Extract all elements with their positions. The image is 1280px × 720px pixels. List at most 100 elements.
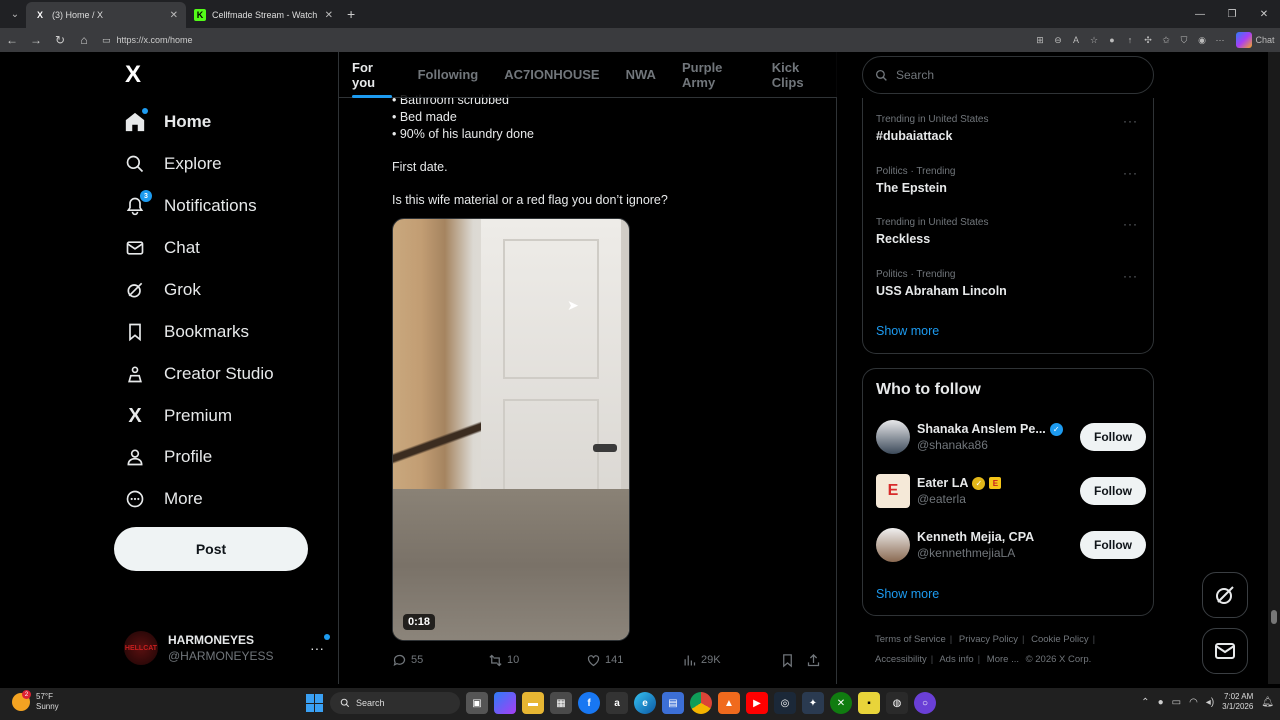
extension-icon[interactable]: ● <box>1104 32 1120 48</box>
tab-for-you[interactable]: For you <box>339 52 405 98</box>
facebook-icon[interactable]: f <box>578 692 600 714</box>
trend-item[interactable]: Politics · Trending The Epstein ··· <box>876 166 1146 195</box>
sidebar-item-explore[interactable]: Explore <box>124 146 222 182</box>
app-icon[interactable]: ✦ <box>802 692 824 714</box>
page-scrollbar[interactable] <box>1268 52 1280 684</box>
sidebar-item-notifications[interactable]: 3 Notifications <box>124 188 257 224</box>
youtube-icon[interactable]: ▶ <box>746 692 768 714</box>
copilot-chat-button[interactable]: Chat <box>1235 32 1275 48</box>
notes-icon[interactable]: ▪ <box>858 692 880 714</box>
tab-ac7ionhouse[interactable]: AC7IONHOUSE <box>491 52 612 98</box>
notification-bell-icon[interactable]: 🔔︎ <box>1261 697 1274 708</box>
follow-button[interactable]: Follow <box>1080 531 1146 559</box>
app-icon[interactable]: ◍ <box>886 692 908 714</box>
follow-suggestion[interactable]: Kenneth Mejia, CPA @kennethmejiaLA Follo… <box>876 525 1146 565</box>
footer-link[interactable]: Privacy Policy <box>959 634 1018 645</box>
follow-button[interactable]: Follow <box>1080 423 1146 451</box>
browser-menu-icon[interactable]: ··· <box>1212 32 1228 48</box>
x-logo-icon[interactable]: X <box>125 63 147 87</box>
like-button[interactable]: 141 <box>586 653 682 668</box>
scrollbar-thumb[interactable] <box>1271 610 1277 624</box>
store-icon[interactable]: ▦ <box>550 692 572 714</box>
wifi-icon[interactable]: ◠ <box>1189 697 1198 708</box>
tray-overflow-icon[interactable]: ⌃ <box>1141 697 1149 708</box>
site-info-icon[interactable]: ▭ <box>102 35 111 46</box>
vlc-icon[interactable]: ▲ <box>718 692 740 714</box>
url-field[interactable]: ▭ https://x.com/home <box>102 35 1031 46</box>
footer-link[interactable]: Accessibility <box>875 654 927 665</box>
favorite-star-icon[interactable]: ☆ <box>1086 32 1102 48</box>
extensions-puzzle-icon[interactable]: ✣ <box>1140 32 1156 48</box>
forward-arrow-icon[interactable]: → <box>24 28 48 52</box>
follow-button[interactable]: Follow <box>1080 477 1146 505</box>
back-arrow-icon[interactable]: ← <box>0 28 24 52</box>
sidebar-item-grok[interactable]: Grok <box>124 272 201 308</box>
footer-link[interactable]: Cookie Policy <box>1031 634 1089 645</box>
bookmark-button[interactable] <box>780 653 806 668</box>
browser-tab-kick-stream[interactable]: K Cellfmade Stream - Watch Live on ✕ <box>186 2 341 28</box>
tab-close-icon[interactable]: ✕ <box>170 10 178 21</box>
minimize-icon[interactable]: — <box>1184 0 1216 28</box>
tab-following[interactable]: Following <box>405 52 492 98</box>
tab-list-chevron-icon[interactable]: ⌄ <box>4 4 26 24</box>
tab-purple-army[interactable]: Purple Army <box>669 52 759 98</box>
amazon-icon[interactable]: a <box>606 692 628 714</box>
home-page-icon[interactable]: ⌂ <box>72 28 96 52</box>
window-close-icon[interactable]: ✕ <box>1248 0 1280 28</box>
mic-icon[interactable]: ● <box>1158 697 1164 708</box>
sidebar-item-home[interactable]: Home <box>124 104 211 140</box>
views-button[interactable]: 29K <box>682 653 780 668</box>
grok-float-button[interactable] <box>1202 572 1248 618</box>
account-more-icon[interactable]: ··· <box>310 634 330 656</box>
chrome-icon[interactable] <box>690 692 712 714</box>
account-switcher[interactable]: HELLCAT HARMONEYES @HARMONEYESS ··· <box>124 628 330 668</box>
shield-icon[interactable]: ⛉ <box>1176 32 1192 48</box>
tab-nwa[interactable]: NWA <box>613 52 669 98</box>
new-tab-plus-icon[interactable]: + <box>347 6 355 22</box>
messages-float-button[interactable] <box>1202 628 1248 674</box>
xbox-icon[interactable]: ✕ <box>830 692 852 714</box>
repost-button[interactable]: 10 <box>488 653 586 668</box>
tab-kick-clips[interactable]: Kick Clips <box>759 52 837 98</box>
copilot-taskbar-icon[interactable] <box>494 692 516 714</box>
footer-link[interactable]: Terms of Service <box>875 634 946 645</box>
volume-icon[interactable]: ◂) <box>1206 697 1214 708</box>
tweet-text[interactable]: • Bathroom scrubbed • Bed made • 90% of … <box>392 92 812 209</box>
footer-link[interactable]: More ... <box>987 654 1019 665</box>
network-icon[interactable]: ▭ <box>1172 697 1181 708</box>
task-view-icon[interactable]: ▣ <box>466 692 488 714</box>
collections-icon[interactable]: ✩ <box>1158 32 1174 48</box>
profile-avatar-icon[interactable]: ◉ <box>1194 32 1210 48</box>
app-available-icon[interactable]: ⊞ <box>1032 32 1048 48</box>
sidebar-item-profile[interactable]: Profile <box>124 439 212 475</box>
trend-more-icon[interactable]: ··· <box>1123 269 1138 283</box>
trend-more-icon[interactable]: ··· <box>1123 217 1138 231</box>
browser-tab-x-home[interactable]: X (3) Home / X ✕ <box>26 2 186 28</box>
trend-item[interactable]: Trending in United States Reckless ··· <box>876 217 1146 246</box>
follow-suggestion[interactable]: Shanaka Anslem Pe... ✓ @shanaka86 Follow <box>876 417 1146 457</box>
sidebar-item-creator-studio[interactable]: Creator Studio <box>124 356 274 392</box>
extension-pin-icon[interactable]: ↑ <box>1122 32 1138 48</box>
trends-show-more-link[interactable]: Show more <box>876 324 939 338</box>
reload-icon[interactable]: ↻ <box>48 28 72 52</box>
file-explorer-icon[interactable]: ▬ <box>522 692 544 714</box>
follow-suggestion[interactable]: E Eater LA ✓ E @eaterla Follow <box>876 471 1146 511</box>
weather-widget[interactable]: 2 57°F Sunny <box>12 690 59 712</box>
sidebar-item-premium[interactable]: X Premium <box>124 398 232 434</box>
tweet-video[interactable]: 0:18 <box>392 218 630 641</box>
restore-icon[interactable]: ❐ <box>1216 0 1248 28</box>
windows-start-icon[interactable] <box>306 694 324 712</box>
read-aloud-icon[interactable]: A <box>1068 32 1084 48</box>
tab-close-icon[interactable]: ✕ <box>325 10 333 21</box>
trend-item[interactable]: Trending in United States #dubaiattack ·… <box>876 114 1146 143</box>
steam-icon[interactable]: ◎ <box>774 692 796 714</box>
who-to-follow-show-more-link[interactable]: Show more <box>876 587 939 601</box>
taskbar-search[interactable]: Search <box>330 692 460 714</box>
trend-more-icon[interactable]: ··· <box>1123 166 1138 180</box>
share-button[interactable] <box>806 653 824 668</box>
trend-item[interactable]: Politics · Trending USS Abraham Lincoln … <box>876 269 1146 298</box>
reply-button[interactable]: 55 <box>392 653 488 668</box>
edge-icon[interactable]: e <box>634 692 656 714</box>
footer-link[interactable]: Ads info <box>939 654 973 665</box>
sidebar-item-chat[interactable]: Chat <box>124 230 200 266</box>
